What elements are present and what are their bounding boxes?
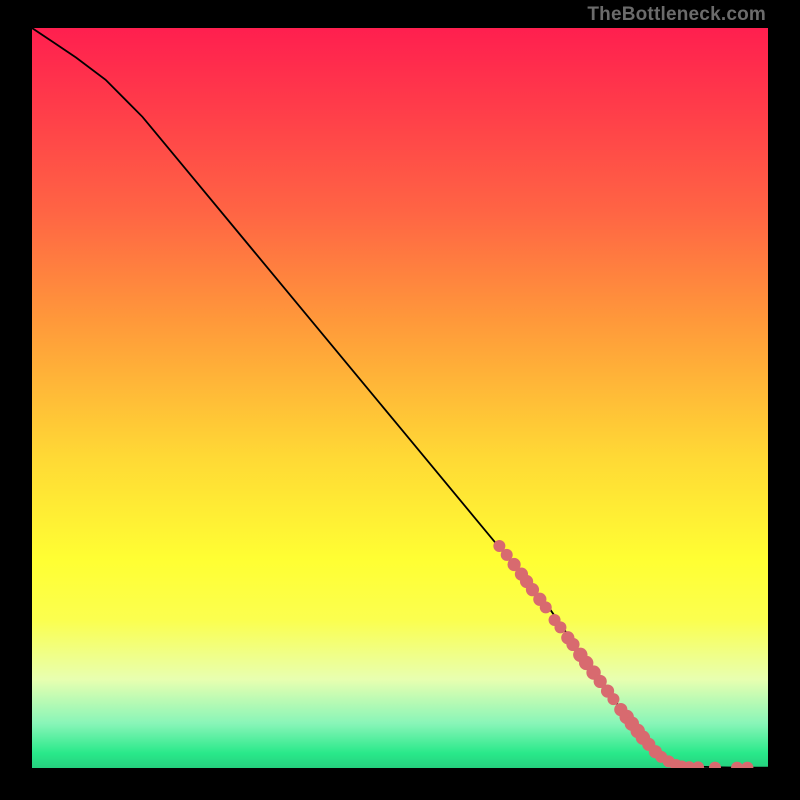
marker-group [493,540,753,768]
data-marker [642,738,655,751]
data-marker [561,631,574,644]
chart-frame: TheBottleneck.com [0,0,800,800]
data-marker [676,761,688,768]
data-marker [501,549,513,561]
data-marker [636,730,650,744]
data-marker [594,675,607,688]
data-marker [515,568,528,581]
curve-line [32,28,768,768]
data-marker [533,593,546,606]
data-marker [554,621,566,633]
data-marker [573,648,587,662]
data-marker [507,558,520,571]
data-marker [566,638,579,651]
data-marker [540,601,552,613]
data-marker [614,703,627,716]
data-marker [670,759,682,768]
data-marker [601,684,614,697]
data-marker [619,710,633,724]
data-marker [655,751,667,763]
watermark-text: TheBottleneck.com [587,4,766,26]
chart-svg [32,28,768,768]
data-marker [625,716,639,730]
data-marker [741,762,753,768]
data-marker [607,693,619,705]
data-marker [549,614,561,626]
data-marker [520,575,533,588]
data-marker [709,762,721,768]
plot-area [32,28,768,768]
data-marker [683,761,695,768]
data-marker [663,755,675,767]
data-marker [692,761,704,768]
data-marker [586,665,600,679]
data-marker [631,724,645,738]
data-marker [649,745,662,758]
data-marker [579,656,593,670]
data-marker [731,762,743,768]
data-marker [493,540,505,552]
data-marker [526,583,539,596]
